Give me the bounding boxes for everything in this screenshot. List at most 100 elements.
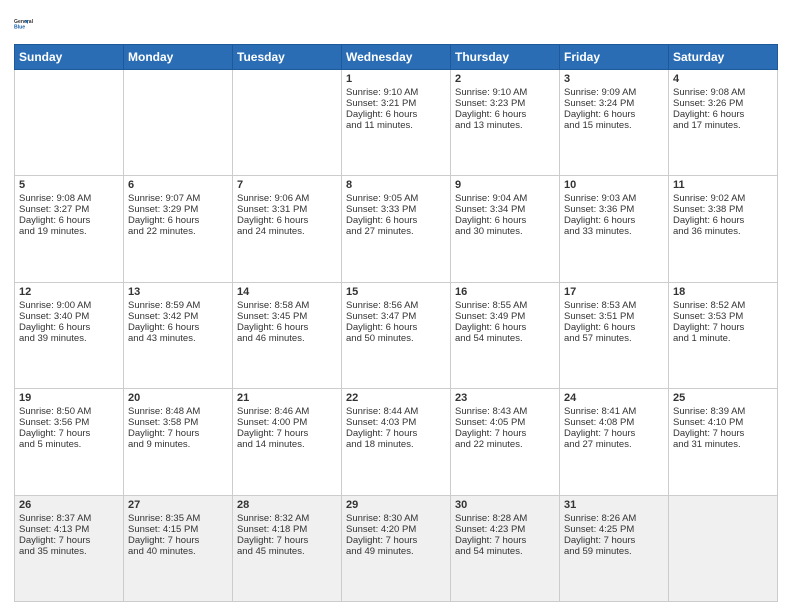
day-number: 28 bbox=[237, 499, 337, 511]
day-info: Sunrise: 8:26 AM bbox=[564, 513, 664, 524]
day-number: 30 bbox=[455, 499, 555, 511]
day-number: 11 bbox=[673, 179, 773, 191]
day-info: and 54 minutes. bbox=[455, 546, 555, 557]
day-info: Sunset: 4:25 PM bbox=[564, 524, 664, 535]
day-info: Sunset: 4:20 PM bbox=[346, 524, 446, 535]
calendar-cell: 27Sunrise: 8:35 AMSunset: 4:15 PMDayligh… bbox=[124, 495, 233, 601]
day-number: 24 bbox=[564, 392, 664, 404]
calendar-cell: 4Sunrise: 9:08 AMSunset: 3:26 PMDaylight… bbox=[669, 70, 778, 176]
calendar: SundayMondayTuesdayWednesdayThursdayFrid… bbox=[14, 44, 778, 602]
day-info: and 50 minutes. bbox=[346, 333, 446, 344]
day-number: 20 bbox=[128, 392, 228, 404]
day-info: Daylight: 7 hours bbox=[19, 535, 119, 546]
day-number: 19 bbox=[19, 392, 119, 404]
day-info: Daylight: 6 hours bbox=[128, 215, 228, 226]
day-number: 17 bbox=[564, 286, 664, 298]
day-number: 27 bbox=[128, 499, 228, 511]
day-info: Daylight: 7 hours bbox=[237, 428, 337, 439]
day-info: Sunset: 3:21 PM bbox=[346, 98, 446, 109]
day-number: 22 bbox=[346, 392, 446, 404]
day-info: Sunrise: 8:55 AM bbox=[455, 300, 555, 311]
day-info: Daylight: 7 hours bbox=[346, 428, 446, 439]
calendar-cell: 13Sunrise: 8:59 AMSunset: 3:42 PMDayligh… bbox=[124, 282, 233, 388]
day-info: and 13 minutes. bbox=[455, 120, 555, 131]
day-info: Daylight: 6 hours bbox=[237, 322, 337, 333]
day-info: and 22 minutes. bbox=[455, 439, 555, 450]
day-info: and 15 minutes. bbox=[564, 120, 664, 131]
header: General Blue bbox=[14, 10, 778, 38]
day-info: Sunset: 4:23 PM bbox=[455, 524, 555, 535]
day-info: and 27 minutes. bbox=[346, 226, 446, 237]
day-info: Sunrise: 9:10 AM bbox=[455, 87, 555, 98]
day-info: and 39 minutes. bbox=[19, 333, 119, 344]
day-header-tuesday: Tuesday bbox=[233, 45, 342, 70]
day-info: Sunset: 3:26 PM bbox=[673, 98, 773, 109]
day-info: and 5 minutes. bbox=[19, 439, 119, 450]
day-info: Sunrise: 8:53 AM bbox=[564, 300, 664, 311]
day-info: and 35 minutes. bbox=[19, 546, 119, 557]
calendar-cell: 5Sunrise: 9:08 AMSunset: 3:27 PMDaylight… bbox=[15, 176, 124, 282]
day-info: Sunrise: 8:30 AM bbox=[346, 513, 446, 524]
day-info: and 11 minutes. bbox=[346, 120, 446, 131]
day-info: Sunrise: 8:58 AM bbox=[237, 300, 337, 311]
day-number: 26 bbox=[19, 499, 119, 511]
calendar-cell: 28Sunrise: 8:32 AMSunset: 4:18 PMDayligh… bbox=[233, 495, 342, 601]
day-info: Daylight: 6 hours bbox=[455, 322, 555, 333]
day-info: Sunset: 4:13 PM bbox=[19, 524, 119, 535]
day-info: and 33 minutes. bbox=[564, 226, 664, 237]
day-info: Daylight: 6 hours bbox=[564, 322, 664, 333]
day-info: Sunrise: 9:05 AM bbox=[346, 193, 446, 204]
day-info: Sunrise: 8:52 AM bbox=[673, 300, 773, 311]
day-info: Sunset: 3:40 PM bbox=[19, 311, 119, 322]
day-header-sunday: Sunday bbox=[15, 45, 124, 70]
logo: General Blue bbox=[14, 10, 42, 38]
day-number: 21 bbox=[237, 392, 337, 404]
calendar-cell: 11Sunrise: 9:02 AMSunset: 3:38 PMDayligh… bbox=[669, 176, 778, 282]
day-info: Daylight: 6 hours bbox=[564, 215, 664, 226]
calendar-cell: 10Sunrise: 9:03 AMSunset: 3:36 PMDayligh… bbox=[560, 176, 669, 282]
day-info: Sunset: 3:45 PM bbox=[237, 311, 337, 322]
calendar-cell: 19Sunrise: 8:50 AMSunset: 3:56 PMDayligh… bbox=[15, 389, 124, 495]
day-number: 12 bbox=[19, 286, 119, 298]
day-info: Sunrise: 9:00 AM bbox=[19, 300, 119, 311]
day-info: Sunrise: 9:02 AM bbox=[673, 193, 773, 204]
calendar-cell: 22Sunrise: 8:44 AMSunset: 4:03 PMDayligh… bbox=[342, 389, 451, 495]
day-info: Sunrise: 8:44 AM bbox=[346, 406, 446, 417]
day-info: and 36 minutes. bbox=[673, 226, 773, 237]
day-info: Sunset: 3:53 PM bbox=[673, 311, 773, 322]
day-number: 31 bbox=[564, 499, 664, 511]
day-info: Sunrise: 8:50 AM bbox=[19, 406, 119, 417]
day-header-saturday: Saturday bbox=[669, 45, 778, 70]
day-info: Sunset: 3:29 PM bbox=[128, 204, 228, 215]
day-info: Sunset: 3:56 PM bbox=[19, 417, 119, 428]
day-info: and 46 minutes. bbox=[237, 333, 337, 344]
calendar-cell: 9Sunrise: 9:04 AMSunset: 3:34 PMDaylight… bbox=[451, 176, 560, 282]
calendar-cell: 15Sunrise: 8:56 AMSunset: 3:47 PMDayligh… bbox=[342, 282, 451, 388]
day-info: Sunrise: 9:06 AM bbox=[237, 193, 337, 204]
day-info: Sunset: 3:38 PM bbox=[673, 204, 773, 215]
day-info: Sunset: 3:47 PM bbox=[346, 311, 446, 322]
calendar-cell: 1Sunrise: 9:10 AMSunset: 3:21 PMDaylight… bbox=[342, 70, 451, 176]
day-info: and 1 minute. bbox=[673, 333, 773, 344]
day-info: Sunrise: 8:35 AM bbox=[128, 513, 228, 524]
day-info: Daylight: 7 hours bbox=[128, 535, 228, 546]
day-info: and 27 minutes. bbox=[564, 439, 664, 450]
day-number: 5 bbox=[19, 179, 119, 191]
day-info: Daylight: 6 hours bbox=[237, 215, 337, 226]
calendar-cell bbox=[15, 70, 124, 176]
day-number: 8 bbox=[346, 179, 446, 191]
day-info: Sunset: 3:49 PM bbox=[455, 311, 555, 322]
day-info: and 43 minutes. bbox=[128, 333, 228, 344]
day-info: Sunset: 4:00 PM bbox=[237, 417, 337, 428]
day-info: Sunset: 3:36 PM bbox=[564, 204, 664, 215]
day-info: Sunrise: 8:39 AM bbox=[673, 406, 773, 417]
day-info: Sunrise: 8:46 AM bbox=[237, 406, 337, 417]
calendar-cell: 25Sunrise: 8:39 AMSunset: 4:10 PMDayligh… bbox=[669, 389, 778, 495]
day-header-thursday: Thursday bbox=[451, 45, 560, 70]
day-number: 29 bbox=[346, 499, 446, 511]
day-number: 18 bbox=[673, 286, 773, 298]
day-info: Daylight: 6 hours bbox=[346, 109, 446, 120]
day-info: and 54 minutes. bbox=[455, 333, 555, 344]
day-info: Daylight: 6 hours bbox=[19, 322, 119, 333]
calendar-cell bbox=[124, 70, 233, 176]
